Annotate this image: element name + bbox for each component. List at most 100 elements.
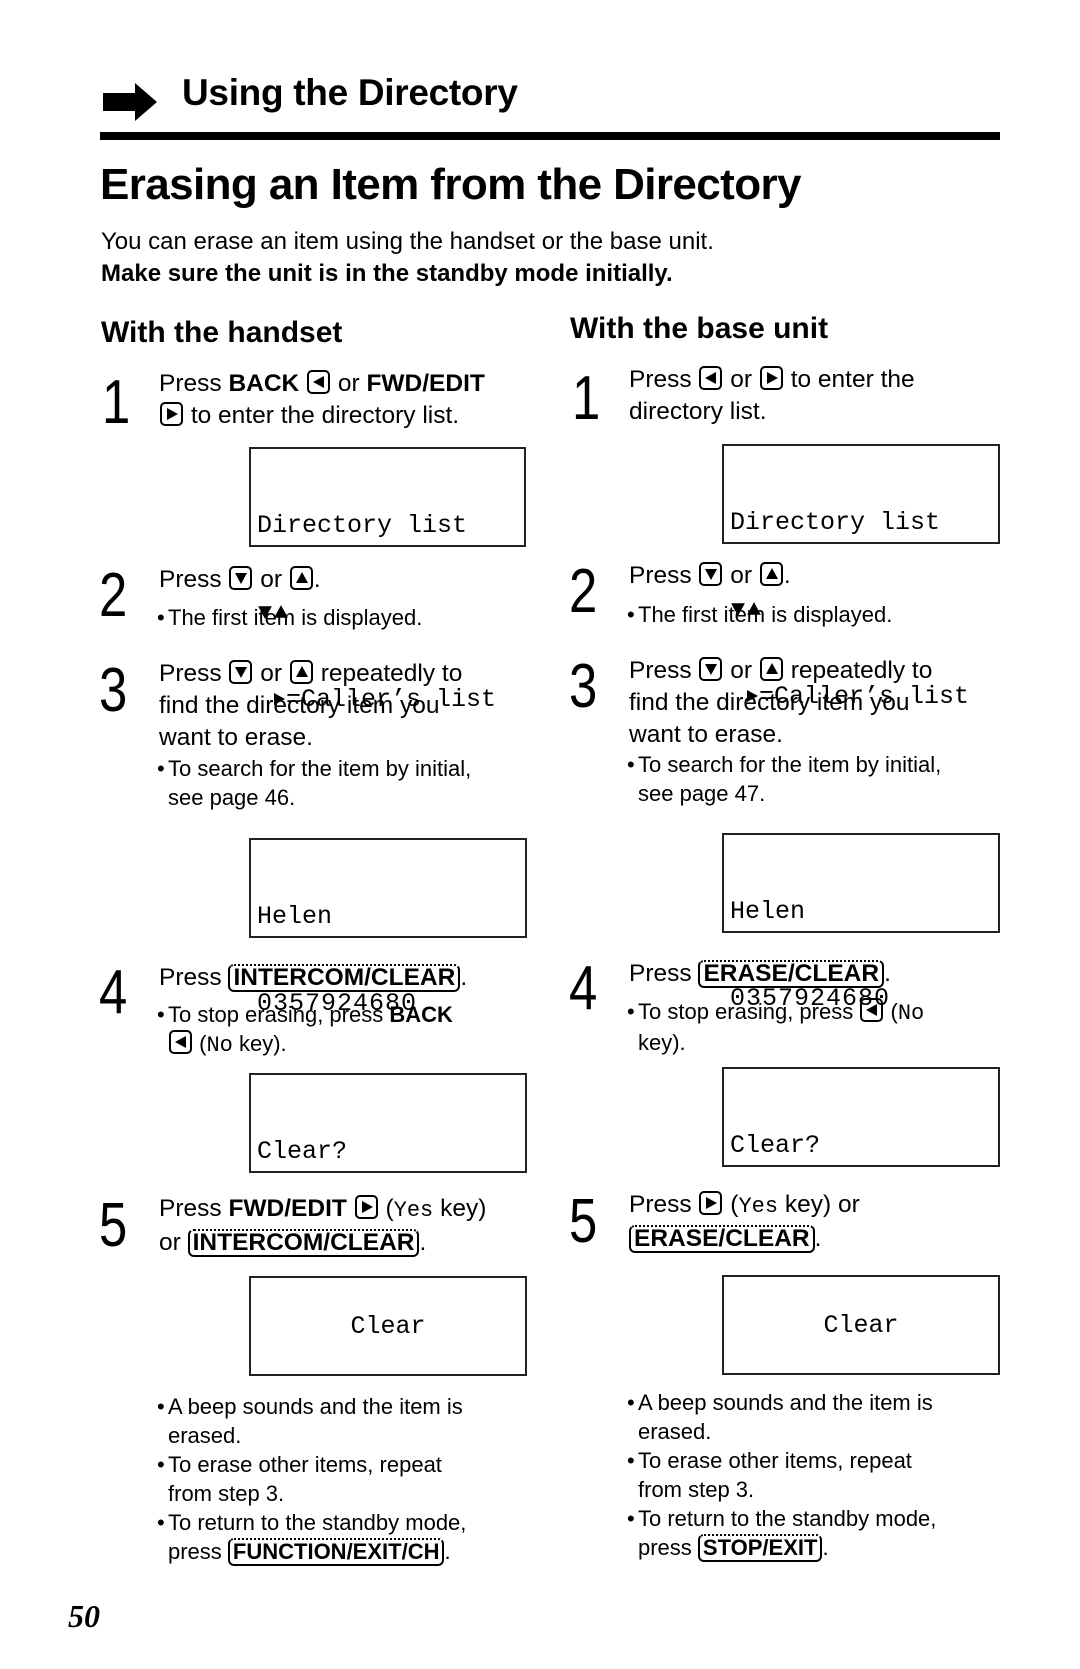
lcd-line: Directory list xyxy=(730,508,941,537)
lcd-line: Directory list xyxy=(257,511,468,540)
text: to enter the directory list. xyxy=(190,402,460,429)
header-rule xyxy=(100,132,1000,140)
text: Press xyxy=(159,964,222,991)
left-key-icon xyxy=(860,998,884,1022)
intro-note: Make sure the unit is in the standby mod… xyxy=(101,260,673,287)
step-3-text: Press or repeatedly to find the director… xyxy=(629,655,932,751)
text: . xyxy=(814,1225,822,1252)
text: . xyxy=(313,566,321,593)
up-key-icon xyxy=(759,562,783,586)
text: . xyxy=(460,964,468,991)
bullet: • The first item is displayed. xyxy=(157,605,423,630)
page-title: Erasing an Item from the Directory xyxy=(100,160,802,209)
step-5-text: Press (Yes key) or ERASE/CLEAR. xyxy=(629,1189,860,1255)
bullet-text: The first item is displayed. xyxy=(638,602,893,627)
text: . xyxy=(822,1535,829,1560)
text: ( xyxy=(385,1195,394,1222)
text: . xyxy=(884,960,891,987)
right-arrow-icon xyxy=(103,83,157,121)
text: ( xyxy=(890,999,898,1024)
step-number: 1 xyxy=(102,368,131,437)
key-label-fwd-edit: FWD/EDIT xyxy=(228,1195,347,1222)
intercom-clear-key: INTERCOM/CLEAR xyxy=(228,964,461,992)
bullet-text: A beep sounds and the item is xyxy=(168,1394,463,1419)
step-1-text: Press BACK or FWD/EDIT to enter the dire… xyxy=(159,368,485,432)
text: Press xyxy=(159,1195,222,1222)
step-number: 5 xyxy=(99,1191,128,1260)
bullet: • To search for the item by initial, see … xyxy=(157,756,472,810)
step-number: 1 xyxy=(572,364,601,433)
base-unit-heading: With the base unit xyxy=(570,312,829,345)
bullet-text: The first item is displayed. xyxy=(168,605,423,630)
text: key) or xyxy=(778,1191,860,1218)
step-5-text: Press FWD/EDIT (Yes key) or INTERCOM/CLE… xyxy=(159,1193,486,1259)
text: or xyxy=(337,370,360,397)
text: Press xyxy=(159,566,222,593)
step-1-text: Press or to enter the directory list. xyxy=(629,364,915,428)
text: Press xyxy=(629,562,692,589)
step-4-text: Press INTERCOM/CLEAR. xyxy=(159,962,467,994)
back-key-icon xyxy=(169,1030,192,1054)
step-number: 3 xyxy=(569,652,598,721)
lcd-line: Clear xyxy=(350,1311,426,1341)
key-label-back: BACK xyxy=(389,1002,453,1027)
text: repeatedly to xyxy=(790,657,933,684)
no-label: No xyxy=(897,1001,925,1026)
step-number: 2 xyxy=(99,561,128,630)
right-key-icon xyxy=(759,366,783,390)
lcd-display: Helen 0357924680 xyxy=(249,838,527,1018)
down-key-icon xyxy=(229,566,253,590)
intro-line: You can erase an item using the handset … xyxy=(101,228,714,255)
section-title: Using the Directory xyxy=(182,72,518,113)
text: Press xyxy=(629,1191,692,1218)
step-number: 5 xyxy=(569,1187,598,1256)
erase-clear-key: ERASE/CLEAR xyxy=(698,960,885,988)
down-key-icon xyxy=(699,562,723,586)
text: or xyxy=(159,1229,181,1256)
bullet-list: • A beep sounds and the item is erased. •… xyxy=(627,1390,937,1562)
text: Press xyxy=(629,366,692,393)
text: Press xyxy=(159,660,222,687)
fwd-key-icon xyxy=(354,1195,378,1219)
text: . xyxy=(444,1539,451,1564)
key-label-fwd-edit: FWD/EDIT xyxy=(366,370,485,397)
down-key-icon xyxy=(229,660,253,684)
page-number: 50 xyxy=(68,1598,100,1634)
lcd-line: Clear xyxy=(823,1310,899,1340)
bullet-text: To erase other items, repeat xyxy=(168,1452,442,1477)
step-number: 2 xyxy=(569,557,598,626)
bullet: • To search for the item by initial, see … xyxy=(627,752,942,806)
up-key-icon xyxy=(289,566,313,590)
text: directory list. xyxy=(629,398,767,425)
step-2-text: Press or . xyxy=(159,564,321,596)
step-number: 4 xyxy=(569,954,598,1023)
text: key) xyxy=(433,1195,487,1222)
bullet-text: from step 3. xyxy=(168,1481,285,1506)
text: repeatedly to xyxy=(320,660,463,687)
yes-label: Yes xyxy=(393,1198,434,1223)
key-label-back: BACK xyxy=(228,370,300,397)
bullet-text: press xyxy=(638,1535,692,1560)
bullet-text: To return to the standby mode, xyxy=(168,1510,467,1535)
lcd-line: Clear? xyxy=(257,1137,348,1166)
step-4-text: Press ERASE/CLEAR. xyxy=(629,958,891,990)
lcd-line: Helen xyxy=(730,897,806,926)
bullet-list: • A beep sounds and the item is erased. •… xyxy=(157,1394,467,1566)
bullet-text: from step 3. xyxy=(638,1477,755,1502)
text: . xyxy=(419,1229,427,1256)
text: or xyxy=(730,366,753,393)
back-key-icon xyxy=(307,370,331,394)
text: Press xyxy=(159,370,222,397)
step-3-text: Press or repeatedly to find the director… xyxy=(159,658,462,754)
bullet-text: To search for the item by initial, xyxy=(638,752,942,777)
intro: You can erase an item using the handset … xyxy=(101,226,714,290)
handset-heading: With the handset xyxy=(101,316,343,349)
function-exit-ch-key: FUNCTION/EXIT/CH xyxy=(227,1538,445,1566)
lcd-display: Directory list =Caller’s list xyxy=(249,447,526,714)
lcd-display: Clear? =No =Yes xyxy=(722,1067,1000,1334)
lcd-display: Clear xyxy=(722,1275,1000,1375)
text: Press xyxy=(629,960,692,987)
bullet-text: erased. xyxy=(638,1419,712,1444)
page-reference: see page 47. xyxy=(638,781,766,806)
bullet: • To stop erasing, press BACK (No key). xyxy=(157,1002,453,1058)
